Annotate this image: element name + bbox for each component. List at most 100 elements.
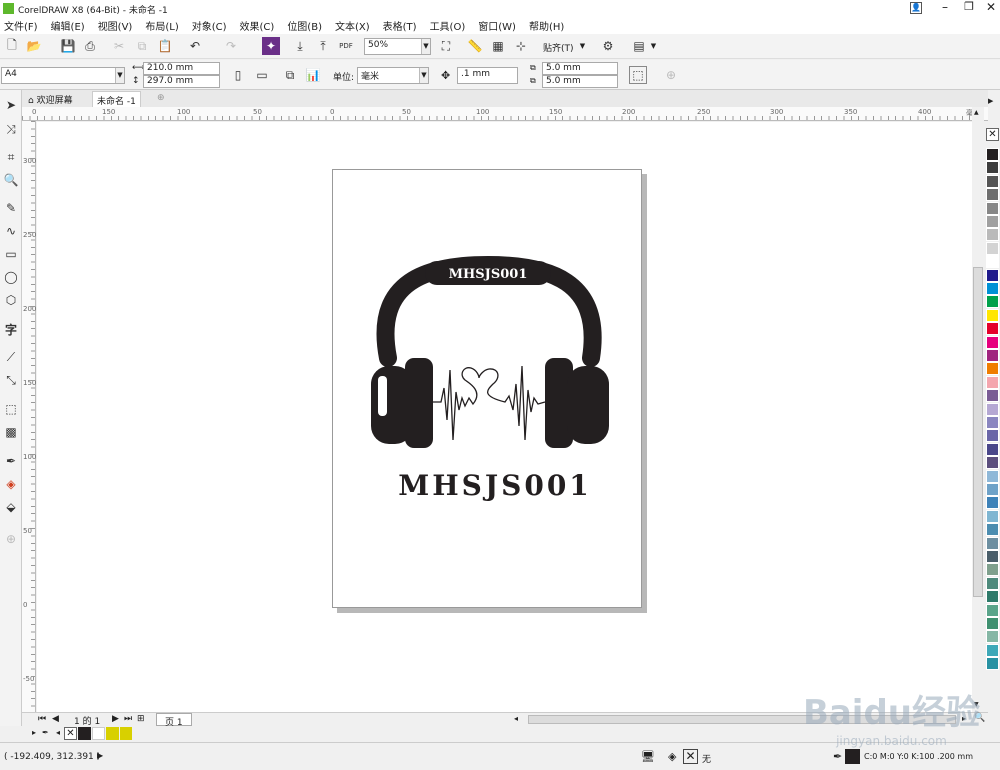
add-icon[interactable]: ⊕	[662, 66, 680, 84]
menu-object[interactable]: 对象(C)	[192, 18, 227, 33]
fill-icon[interactable]: ◈	[668, 750, 676, 763]
chevron-down-icon[interactable]: ▼	[578, 39, 587, 54]
crop-tool-icon[interactable]: ⌗	[2, 148, 20, 166]
import-icon[interactable]: ⤓	[291, 37, 309, 55]
pick-tool-icon[interactable]: ➤	[2, 96, 20, 114]
palette-swatch[interactable]	[986, 643, 999, 657]
no-color-swatch[interactable]: ✕	[64, 727, 77, 740]
parallel-dimension-tool-icon[interactable]: ⟋	[2, 348, 20, 366]
palette-swatch[interactable]	[986, 148, 999, 161]
rulers-icon[interactable]: 📏	[466, 37, 484, 55]
page-tab[interactable]: 页 1	[156, 713, 192, 728]
ellipse-tool-icon[interactable]: ◯	[2, 268, 20, 286]
palette-swatch[interactable]	[986, 442, 999, 456]
tab-document[interactable]: 未命名 -1	[92, 91, 141, 107]
drop-shadow-tool-icon[interactable]: ⬚	[2, 400, 20, 418]
eyedropper-tool-icon[interactable]: ✒	[2, 452, 20, 470]
next-page-icon[interactable]: ▶	[112, 714, 119, 724]
snap-to-label[interactable]: 贴齐(T)	[543, 41, 574, 54]
no-color-swatch[interactable]: ✕	[986, 128, 999, 141]
menu-bitmaps[interactable]: 位图(B)	[287, 18, 322, 33]
palette-swatch[interactable]	[986, 617, 999, 630]
new-document-icon[interactable]: 🗋	[3, 37, 21, 55]
chevron-down-icon[interactable]: ▼	[115, 68, 124, 83]
text-tool-icon[interactable]: 字	[2, 320, 20, 338]
palette-swatch[interactable]	[986, 657, 999, 671]
palette-swatch[interactable]	[986, 362, 999, 376]
palette-swatch[interactable]	[986, 563, 999, 577]
fill-none-swatch[interactable]: ✕	[683, 749, 698, 764]
page-width-field[interactable]: 210.0 mm	[143, 62, 220, 75]
menu-file[interactable]: 文件(F)	[4, 18, 38, 33]
smart-fill-tool-icon[interactable]: ⬙	[2, 498, 20, 516]
open-icon[interactable]: 📂	[25, 37, 43, 55]
zoom-tool-icon[interactable]: 🔍	[2, 171, 20, 189]
palette-swatch[interactable]	[986, 469, 999, 483]
undo-icon[interactable]: ↶	[186, 37, 204, 55]
palette-swatch[interactable]	[986, 188, 999, 202]
restore-icon[interactable]: ❐	[962, 0, 976, 16]
palette-swatch[interactable]	[986, 295, 999, 309]
add-tool-icon[interactable]: ⊕	[2, 530, 20, 548]
user-icon[interactable]: 👤	[910, 2, 922, 14]
landscape-icon[interactable]: ▭	[253, 66, 271, 84]
document-palette-menu-icon[interactable]: ▸	[32, 728, 36, 737]
freehand-tool-icon[interactable]: ✎	[2, 199, 20, 217]
scroll-left-icon[interactable]: ◂	[514, 714, 518, 723]
document-swatch-yellow[interactable]	[120, 727, 132, 740]
treat-as-filled-icon[interactable]: ⬚	[629, 66, 647, 84]
palette-swatch[interactable]	[986, 161, 999, 175]
palette-swatch[interactable]	[986, 630, 999, 644]
rectangle-tool-icon[interactable]: ▭	[2, 245, 20, 263]
search-content-icon[interactable]: ✦	[262, 37, 280, 55]
palette-swatch[interactable]	[986, 550, 999, 563]
scroll-left-icon[interactable]: ◂	[56, 728, 60, 737]
palette-swatch[interactable]	[986, 215, 999, 228]
headphone-logo-artwork[interactable]: MHSJS001 MHSJS001	[333, 170, 643, 609]
polygon-tool-icon[interactable]: ⬡	[2, 291, 20, 309]
options-gear-icon[interactable]: ⚙	[599, 37, 617, 55]
previous-page-icon[interactable]: ◀	[52, 714, 59, 724]
scroll-up-icon[interactable]: ▲	[974, 109, 979, 116]
artistic-media-tool-icon[interactable]: ∿	[2, 222, 20, 240]
palette-swatch[interactable]	[986, 322, 999, 336]
palette-expand-icon[interactable]: ▶	[988, 97, 993, 105]
page-height-field[interactable]: 297.0 mm	[143, 75, 220, 88]
palette-swatch[interactable]	[986, 389, 999, 403]
redo-icon[interactable]: ↷	[222, 37, 240, 55]
connector-tool-icon[interactable]: ⤡	[2, 371, 20, 389]
document-page[interactable]: MHSJS001 MHSJS001	[332, 169, 642, 608]
palette-swatch[interactable]	[986, 523, 999, 537]
palette-swatch[interactable]	[986, 255, 999, 269]
menu-layout[interactable]: 布局(L)	[145, 18, 178, 33]
chevron-down-icon[interactable]: ▼	[649, 39, 658, 54]
palette-swatch[interactable]	[986, 228, 999, 242]
portrait-icon[interactable]: ▯	[229, 66, 247, 84]
document-swatch-black[interactable]	[78, 727, 91, 740]
palette-swatch[interactable]	[986, 201, 999, 215]
palette-swatch[interactable]	[986, 576, 999, 590]
document-color-settings-icon[interactable]: 🖥	[641, 750, 655, 763]
menu-window[interactable]: 窗口(W)	[478, 18, 516, 33]
palette-swatch[interactable]	[986, 402, 999, 416]
interactive-fill-tool-icon[interactable]: ◈	[2, 475, 20, 493]
palette-swatch[interactable]	[986, 174, 999, 188]
eyedropper-icon[interactable]: ✒	[42, 728, 49, 737]
palette-swatch[interactable]	[986, 416, 999, 429]
vertical-scrollbar[interactable]: ▲ ▼	[972, 107, 984, 712]
palette-swatch[interactable]	[986, 590, 999, 604]
nudge-distance-field[interactable]: .1 mm	[457, 67, 518, 84]
tab-welcome-screen[interactable]: ⌂ 欢迎屏幕	[24, 91, 77, 107]
menu-tools[interactable]: 工具(O)	[430, 18, 466, 33]
export-icon[interactable]: ⤒	[314, 37, 332, 55]
save-icon[interactable]: 💾	[59, 37, 77, 55]
palette-swatch[interactable]	[986, 509, 999, 523]
print-icon[interactable]: ⎙	[81, 37, 99, 55]
menu-edit[interactable]: 编辑(E)	[51, 18, 85, 33]
shape-tool-icon[interactable]: ⤨	[2, 120, 20, 138]
outline-color-swatch[interactable]	[845, 749, 860, 764]
menu-effects[interactable]: 效果(C)	[240, 18, 275, 33]
palette-swatch[interactable]	[986, 603, 999, 617]
palette-swatch[interactable]	[986, 496, 999, 510]
application-launcher-icon[interactable]: ▤	[630, 37, 648, 55]
